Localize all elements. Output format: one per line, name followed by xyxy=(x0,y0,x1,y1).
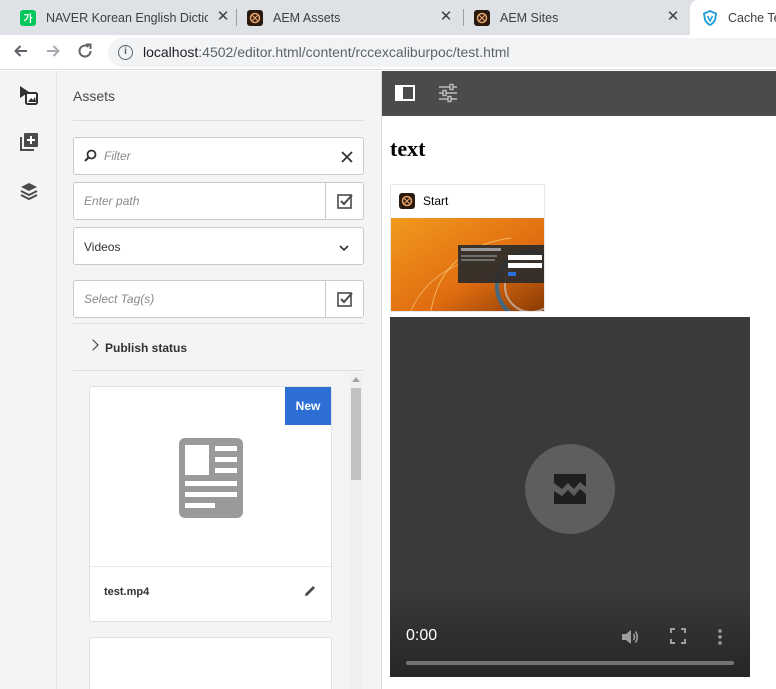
tags-input[interactable]: Select Tag(s) xyxy=(84,292,154,306)
reload-icon[interactable] xyxy=(75,42,95,62)
divider xyxy=(73,120,364,121)
side-rail xyxy=(0,71,57,689)
forward-icon[interactable] xyxy=(43,42,63,62)
checkbox-icon xyxy=(336,292,353,307)
tab-title: Cache Tes xyxy=(728,10,776,25)
page-heading[interactable]: text xyxy=(390,136,425,162)
close-icon[interactable]: ✕ xyxy=(439,9,453,24)
tab-separator xyxy=(463,9,464,26)
clear-icon[interactable] xyxy=(341,150,353,168)
publish-status-label: Publish status xyxy=(105,341,188,355)
tab-title: AEM Assets xyxy=(273,10,341,25)
info-icon[interactable]: i xyxy=(118,45,133,60)
edit-icon[interactable] xyxy=(303,584,319,600)
tags-field[interactable]: Select Tag(s) xyxy=(73,280,364,318)
asset-type-select[interactable]: Videos xyxy=(73,227,364,265)
new-badge: New xyxy=(285,387,331,425)
tab-cache-test[interactable]: Cache Tes xyxy=(690,0,776,35)
aem-icon xyxy=(247,9,263,26)
fullscreen-icon[interactable] xyxy=(669,627,689,647)
tab-aem-sites[interactable]: AEM Sites ✕ xyxy=(474,0,680,35)
path-field[interactable]: Enter path xyxy=(73,182,364,220)
checkbox-icon xyxy=(336,194,353,209)
aem-icon xyxy=(474,9,490,26)
components-icon[interactable] xyxy=(18,131,40,153)
naver-icon: 가 xyxy=(20,9,36,26)
search-icon xyxy=(84,149,97,167)
assets-icon[interactable] xyxy=(18,84,40,106)
tab-title: NAVER Korean English Dictiona xyxy=(46,10,208,25)
scrollbar-thumb[interactable] xyxy=(351,388,361,480)
url-host: localhost xyxy=(143,44,199,60)
panel-title: Assets xyxy=(73,88,116,104)
tab-separator xyxy=(236,9,237,26)
more-options-icon[interactable] xyxy=(716,627,736,647)
video-progress-bar[interactable] xyxy=(406,661,734,665)
filter-input[interactable]: Filter xyxy=(104,149,131,163)
back-icon[interactable] xyxy=(11,42,31,62)
chevron-down-icon xyxy=(339,240,349,258)
editor-canvas: text Start 0:00 xyxy=(382,116,776,689)
tab-title: AEM Sites xyxy=(500,10,559,25)
url-path: :4502/editor.html/content/rccexcaliburpo… xyxy=(198,44,510,60)
chevron-right-icon xyxy=(87,339,99,351)
volume-icon[interactable] xyxy=(620,627,640,647)
close-icon[interactable]: ✕ xyxy=(666,9,680,24)
scrollbar[interactable] xyxy=(349,373,363,689)
asset-card[interactable] xyxy=(89,637,332,689)
asset-type-value: Videos xyxy=(84,240,121,254)
assets-panel: Assets Filter Enter path Videos Select T xyxy=(57,71,382,689)
editor-toolbar xyxy=(382,71,776,116)
screen: 가 NAVER Korean English Dictiona ✕ AEM As… xyxy=(0,0,776,689)
tags-picker-button[interactable] xyxy=(325,281,363,317)
address-bar[interactable]: i localhost:4502/editor.html/content/rcc… xyxy=(108,38,776,67)
start-label: Start xyxy=(423,194,449,208)
close-icon[interactable]: ✕ xyxy=(216,9,230,24)
publish-status-accordion[interactable]: Publish status xyxy=(73,323,364,371)
path-input[interactable]: Enter path xyxy=(84,194,139,208)
path-picker-button[interactable] xyxy=(325,183,363,219)
aem-icon xyxy=(399,193,415,209)
filter-field[interactable]: Filter xyxy=(73,137,364,175)
tab-naver[interactable]: 가 NAVER Korean English Dictiona ✕ xyxy=(20,0,230,35)
toggle-side-panel-icon[interactable] xyxy=(395,84,415,107)
properties-icon[interactable] xyxy=(438,83,458,108)
video-time: 0:00 xyxy=(406,627,438,644)
tab-aem-assets[interactable]: AEM Assets ✕ xyxy=(247,0,453,35)
start-card-image xyxy=(391,218,544,311)
url-text: localhost:4502/editor.html/content/rccex… xyxy=(143,44,510,60)
start-card-header: Start xyxy=(391,185,544,217)
browser-toolbar: i localhost:4502/editor.html/content/rcc… xyxy=(0,35,776,70)
content-tree-icon[interactable] xyxy=(18,180,40,202)
video-player[interactable]: 0:00 xyxy=(390,317,750,677)
shield-icon xyxy=(702,9,718,26)
document-icon xyxy=(179,438,243,518)
start-card[interactable]: Start xyxy=(390,184,545,312)
browser-tabstrip: 가 NAVER Korean English Dictiona ✕ AEM As… xyxy=(0,0,776,35)
scroll-up-icon[interactable] xyxy=(352,377,360,382)
asset-name: test.mp4 xyxy=(104,586,150,598)
asset-card[interactable]: New test.mp4 xyxy=(89,386,332,622)
broken-image-icon xyxy=(525,444,615,534)
asset-thumbnail: New xyxy=(90,387,331,567)
